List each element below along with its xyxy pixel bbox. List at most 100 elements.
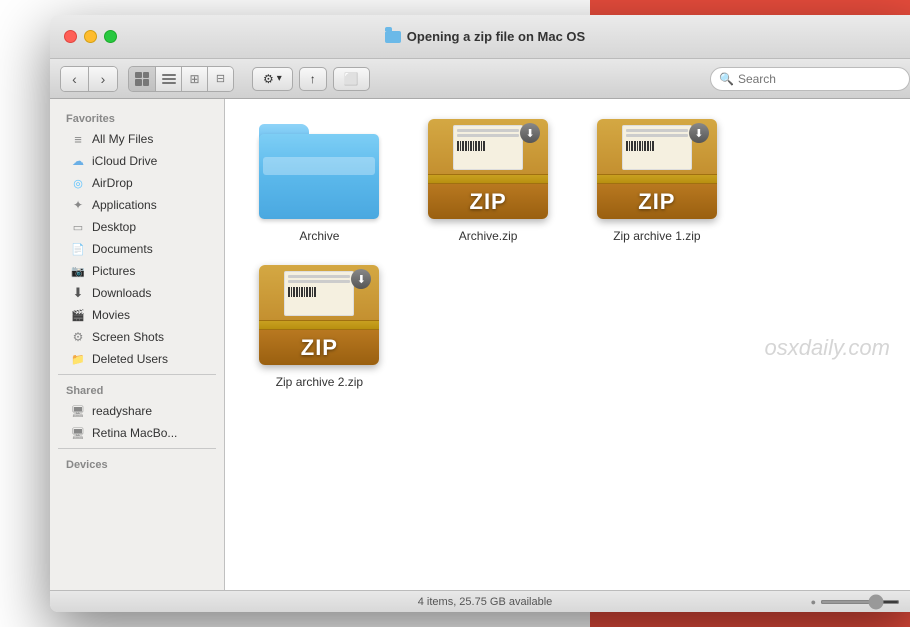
sidebar-item-icloud[interactable]: ☁ iCloud Drive: [54, 150, 220, 172]
zip-line: [457, 129, 519, 132]
zip-band-2: [597, 174, 717, 184]
status-text: 4 items, 25.75 GB available: [418, 596, 553, 608]
sidebar-label: Deleted Users: [92, 352, 168, 366]
share-icon: ↑: [310, 72, 316, 86]
status-bar: 4 items, 25.75 GB available ●: [50, 590, 910, 612]
sidebar-divider-1: [58, 374, 216, 375]
watermark-area: osxdaily.com: [414, 265, 900, 391]
desktop-icon: ▭: [70, 219, 86, 235]
folder-icon-large: [259, 119, 379, 219]
cloud-icon: ☁: [70, 153, 86, 169]
file-item-zip1[interactable]: ⬇ ZIP Zip archive 1.zip: [583, 119, 732, 245]
icon-view-button[interactable]: [129, 67, 155, 91]
zip-paper-1: [453, 125, 523, 170]
movies-icon: 🎬: [70, 307, 86, 323]
zip-line: [626, 129, 688, 132]
sidebar-divider-2: [58, 448, 216, 449]
sidebar-item-airdrop[interactable]: ◎ AirDrop: [54, 172, 220, 194]
zoom-range-input[interactable]: [820, 600, 900, 604]
search-input[interactable]: [738, 72, 901, 86]
download-badge: ⬇: [520, 123, 540, 143]
folder-icon: 📁: [70, 351, 86, 367]
sidebar-item-pictures[interactable]: 📷 Pictures: [54, 260, 220, 282]
zip-band-3: [259, 320, 379, 330]
arrange-button[interactable]: ⬜: [333, 67, 370, 91]
zip-paper-3: [284, 271, 354, 316]
zip-bottom: ZIP: [428, 184, 548, 219]
window-title-text: Opening a zip file on Mac OS: [407, 29, 585, 44]
zip-line: [288, 275, 350, 278]
cover-flow-button[interactable]: ⊟: [207, 67, 233, 91]
sidebar-item-downloads[interactable]: ⬇ Downloads: [54, 282, 220, 304]
sidebar-label: iCloud Drive: [92, 154, 157, 168]
zip-top-2: ⬇: [597, 119, 717, 174]
back-button[interactable]: ‹: [61, 67, 89, 91]
sidebar-item-screenshots[interactable]: ⚙ Screen Shots: [54, 326, 220, 348]
list-view-button[interactable]: [155, 67, 181, 91]
apps-icon: ✦: [70, 197, 86, 213]
search-icon: 🔍: [719, 72, 734, 86]
zip-line: [457, 134, 519, 137]
pictures-icon: 📷: [70, 263, 86, 279]
zip-label-text-3: ZIP: [301, 335, 338, 361]
column-icon: ⊞: [189, 72, 199, 86]
sidebar-label: Pictures: [92, 264, 135, 278]
sidebar-item-applications[interactable]: ✦ Applications: [54, 194, 220, 216]
sidebar-item-all-my-files[interactable]: ≡ All My Files: [54, 128, 220, 150]
title-bar: Opening a zip file on Mac OS: [50, 15, 910, 59]
zip-top-3: ⬇: [259, 265, 379, 320]
traffic-lights: [64, 30, 117, 43]
file-item-zip2[interactable]: ⬇ ZIP Zip archive 2.zip: [245, 265, 394, 391]
zip-bottom-3: ZIP: [259, 330, 379, 365]
zip-icon-2: ⬇ ZIP: [597, 119, 717, 219]
file-name-zip2: Zip archive 2.zip: [272, 373, 367, 391]
minimize-button[interactable]: [84, 30, 97, 43]
grid-icon: [135, 72, 149, 86]
file-item-archive[interactable]: Archive: [245, 119, 394, 245]
sidebar-label: readyshare: [92, 404, 152, 418]
gear-icon: ⚙: [70, 329, 86, 345]
sidebar-item-desktop[interactable]: ▭ Desktop: [54, 216, 220, 238]
sidebar-label: Screen Shots: [92, 330, 164, 344]
zip-barcode-3: [288, 287, 350, 297]
monitor-icon: 🖥: [70, 403, 86, 419]
zip-bottom-2: ZIP: [597, 184, 717, 219]
action-chevron: ▾: [277, 73, 282, 84]
zip-line: [626, 134, 688, 137]
sidebar-label: Retina MacBo...: [92, 426, 177, 440]
sidebar-label: Desktop: [92, 220, 136, 234]
share-button[interactable]: ↑: [299, 67, 327, 91]
sidebar-label: Downloads: [92, 286, 151, 300]
zip-barcode: [457, 141, 519, 151]
file-item-archive-zip[interactable]: ⬇ ZIP Archive.zip: [414, 119, 563, 245]
watermark-text: osxdaily.com: [764, 335, 890, 361]
fullscreen-button[interactable]: [104, 30, 117, 43]
downloads-icon: ⬇: [70, 285, 86, 301]
action-button[interactable]: ⚙ ▾: [252, 67, 293, 91]
zoom-min-icon: ●: [811, 597, 816, 607]
monitor-icon-2: 🖥: [70, 425, 86, 441]
favorites-header: Favorites: [50, 107, 224, 128]
sidebar-item-readyshare[interactable]: 🖥 readyshare: [54, 400, 220, 422]
column-view-button[interactable]: ⊞: [181, 67, 207, 91]
window-title: Opening a zip file on Mac OS: [385, 29, 585, 44]
zip-icon-3: ⬇ ZIP: [259, 265, 379, 365]
sidebar-item-movies[interactable]: 🎬 Movies: [54, 304, 220, 326]
gear-icon: ⚙: [263, 72, 274, 86]
sidebar-item-documents[interactable]: 📄 Documents: [54, 238, 220, 260]
zoom-slider[interactable]: ●: [811, 597, 900, 607]
forward-button[interactable]: ›: [89, 67, 117, 91]
devices-header: Devices: [50, 453, 224, 474]
zip-line: [288, 280, 350, 283]
sidebar-label: Applications: [92, 198, 157, 212]
close-button[interactable]: [64, 30, 77, 43]
sidebar-item-retina-mac[interactable]: 🖥 Retina MacBo...: [54, 422, 220, 444]
list-icon: [162, 74, 176, 84]
folder-body: [259, 134, 379, 219]
sidebar-label: Movies: [92, 308, 130, 322]
zip-paper-2: [622, 125, 692, 170]
sidebar-item-deleted-users[interactable]: 📁 Deleted Users: [54, 348, 220, 370]
zip-top-1: ⬇: [428, 119, 548, 174]
file-name-archive: Archive: [295, 227, 343, 245]
search-box[interactable]: 🔍: [710, 67, 910, 91]
